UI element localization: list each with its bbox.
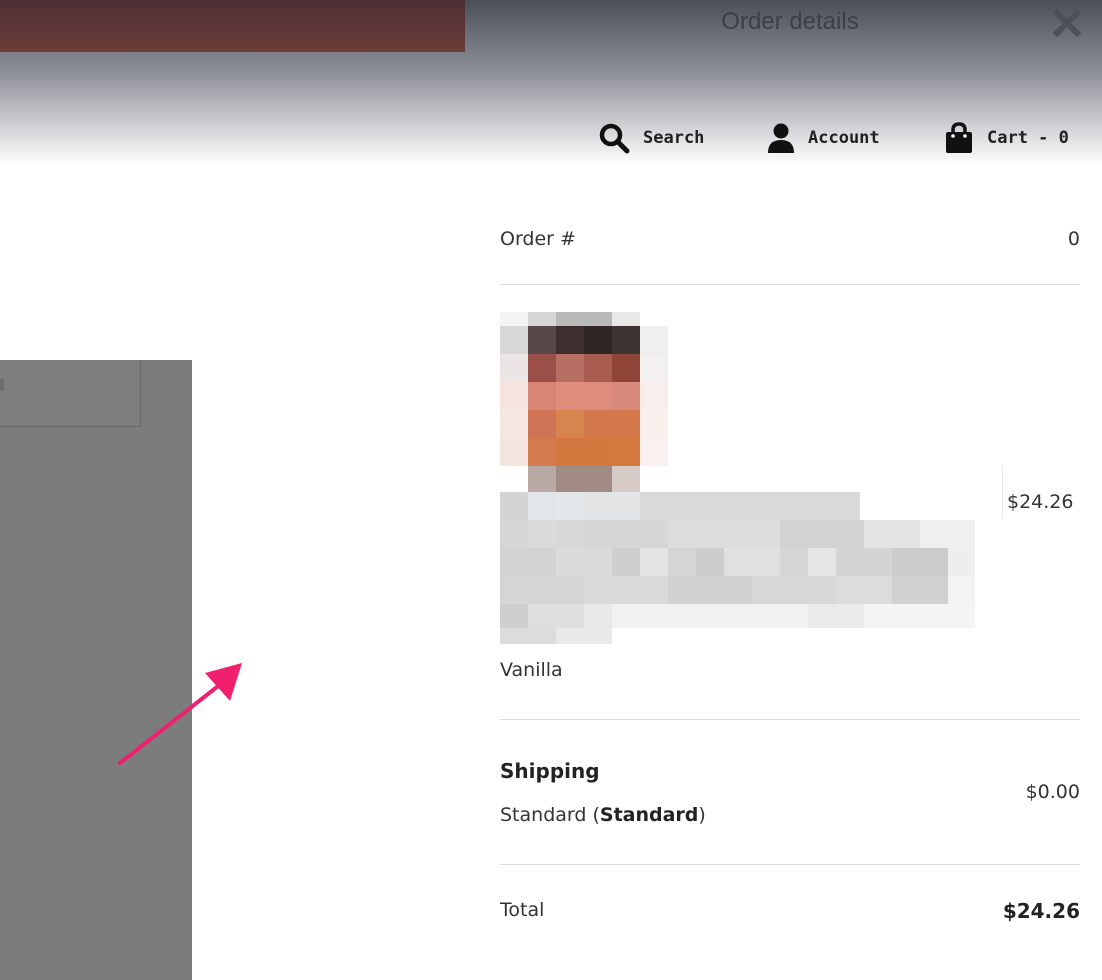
nav-cart-label: Cart - 0 <box>987 128 1069 148</box>
nav-search[interactable]: Search <box>597 118 704 158</box>
product-name-redacted <box>500 492 975 644</box>
shipping-method-suffix: ) <box>698 804 706 826</box>
order-number-value: 0 <box>1067 228 1080 250</box>
order-number-label: Order # <box>500 228 576 250</box>
nav-account[interactable]: Account <box>766 118 880 158</box>
order-number-row: Order # 0 <box>500 228 1080 250</box>
total-value: $24.26 <box>1002 899 1080 923</box>
shipping-method: Standard (Standard) <box>500 804 1080 826</box>
divider <box>500 864 1080 865</box>
annotation-arrow-icon <box>118 663 242 765</box>
shipping-heading: Shipping <box>500 759 600 783</box>
shipping-price: $0.00 <box>1025 781 1080 803</box>
background-field-text <box>0 379 4 391</box>
panel-title: Order details <box>721 8 859 35</box>
shipping-method-prefix: Standard ( <box>500 804 600 826</box>
product-thumbnail <box>500 312 668 492</box>
divider <box>500 284 1080 285</box>
item-price: $24.26 <box>1007 491 1074 513</box>
shipping-method-name: Standard <box>599 804 699 826</box>
shopping-bag-icon <box>946 122 972 153</box>
nav-cart[interactable]: Cart - 0 <box>943 118 1069 158</box>
search-icon <box>599 123 630 154</box>
promo-banner <box>0 0 465 52</box>
nav-search-label: Search <box>643 128 705 148</box>
total-label: Total <box>500 899 545 921</box>
close-icon <box>1052 8 1082 38</box>
background-input-field <box>0 360 141 427</box>
divider <box>500 719 1080 720</box>
total-row: Total $24.26 <box>500 899 1080 923</box>
price-separator <box>1002 466 1003 518</box>
close-button[interactable] <box>1050 6 1084 40</box>
nav-account-label: Account <box>808 128 880 148</box>
item-variant: Vanilla <box>500 659 563 681</box>
user-icon <box>768 123 794 153</box>
